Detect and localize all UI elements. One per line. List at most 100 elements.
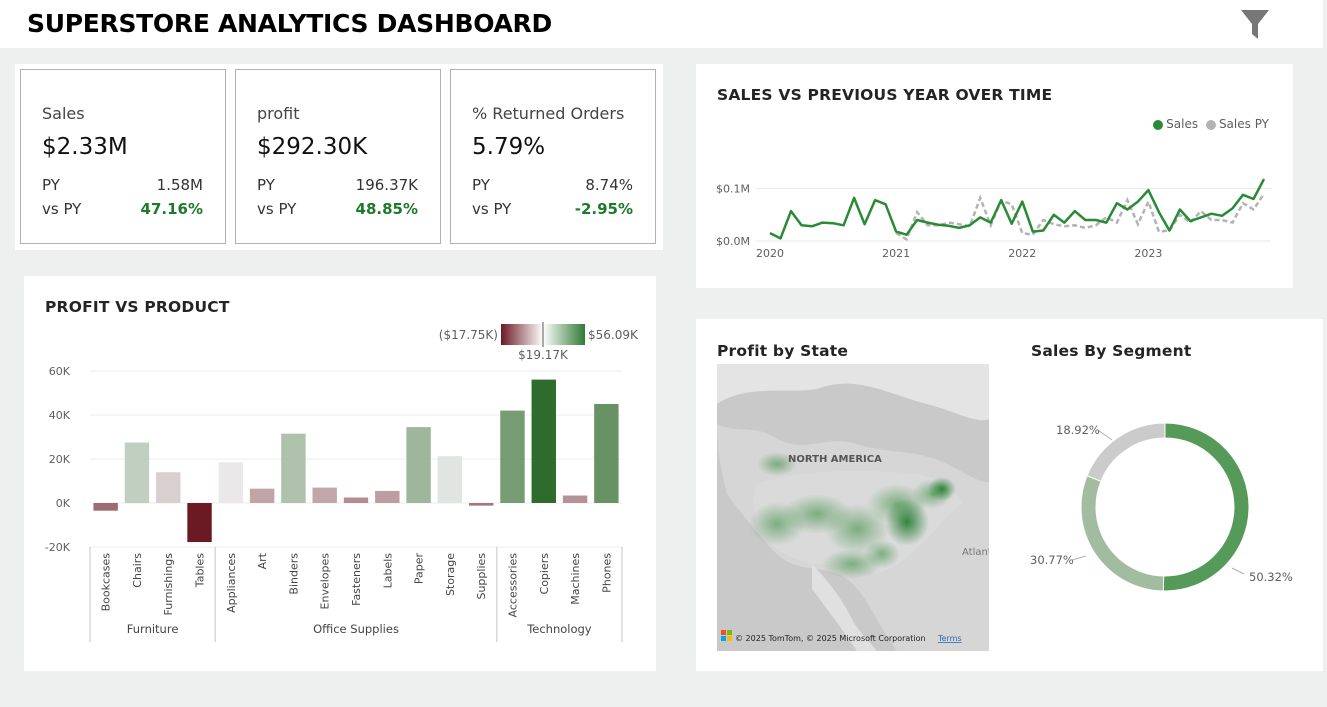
line-x-tick: 2020 (756, 247, 784, 260)
kpi-vs-value: -2.95% (574, 200, 633, 218)
kpi-value: 5.79% (472, 134, 546, 160)
bar-accessories[interactable] (500, 410, 525, 503)
kpi-card-profit[interactable]: profit $292.30K PY 196.37K vs PY 48.85% (235, 69, 441, 244)
bar-chart: ($17.75K) $56.09K $19.17K -20K 0K 20K 40K 60… (45, 322, 639, 642)
line-x-tick: 2022 (1008, 247, 1036, 260)
bar-storage[interactable] (437, 456, 463, 503)
kpi-py-row: PY 8.74% (472, 176, 633, 194)
bar-y-tick: 20K (49, 453, 71, 466)
map-canvas: NORTH AMERICA Atlant © 2025 TomTom, © 20… (717, 364, 989, 651)
bar-x-tick: Envelopes (319, 553, 332, 610)
bar-x-tick: Paper (413, 553, 426, 585)
kpi-py-row: PY 1.58M (42, 176, 203, 194)
gradient-legend-max: $56.09K (588, 328, 639, 342)
bar-paper[interactable] (406, 427, 431, 503)
map-terms-link[interactable]: Terms (937, 634, 962, 643)
line-x-tick: 2021 (882, 247, 910, 260)
group-label: Technology (526, 622, 592, 636)
kpi-vs-value: 48.85% (355, 200, 418, 218)
bar-y-tick: -20K (45, 541, 71, 554)
kpi-py-value: 1.58M (156, 176, 203, 194)
donut-data-label: 30.77% (1030, 553, 1074, 567)
kpi-py-label: PY (257, 176, 275, 194)
bar-x-tick: Furnishings (162, 553, 175, 616)
bar-supplies[interactable] (468, 503, 494, 506)
bar-x-tick: Machines (569, 553, 582, 605)
kpi-vs-row: vs PY 47.16% (42, 200, 203, 218)
kpi-card-returned-orders[interactable]: % Returned Orders 5.79% PY 8.74% vs PY -… (450, 69, 656, 244)
kpi-vs-label: vs PY (42, 200, 82, 218)
header-bar: SUPERSTORE ANALYTICS DASHBOARD (0, 0, 1323, 48)
kpi-label: profit (257, 104, 300, 123)
bar-x-tick: Storage (444, 553, 457, 596)
donut-slice-0[interactable] (1162, 422, 1250, 592)
map-title: Profit by State (717, 342, 849, 360)
bar-bookcases[interactable] (93, 503, 118, 511)
bar-binders[interactable] (281, 433, 306, 503)
kpi-py-value: 196.37K (355, 176, 418, 194)
bar-y-tick: 0K (56, 497, 71, 510)
bar-x-tick: Copiers (538, 553, 551, 595)
bar-appliances[interactable] (218, 462, 244, 503)
donut-data-label: 18.92% (1056, 423, 1100, 437)
profit-by-state-map[interactable]: NORTH AMERICA Atlant © 2025 TomTom, © 20… (717, 364, 989, 651)
series-sales-line[interactable] (769, 178, 1266, 240)
bar-chairs[interactable] (124, 442, 150, 504)
bar-art[interactable] (249, 488, 275, 503)
group-label: Furniture (127, 622, 179, 636)
kpi-card-sales[interactable]: Sales $2.33M PY 1.58M vs PY 47.16% (20, 69, 226, 244)
kpi-vs-row: vs PY -2.95% (472, 200, 633, 218)
bar-machines[interactable] (562, 495, 588, 503)
bar-x-tick: Bookcases (100, 553, 113, 612)
gradient-legend-min: ($17.75K) (439, 328, 498, 342)
page-title: SUPERSTORE ANALYTICS DASHBOARD (27, 9, 552, 38)
kpi-value: $292.30K (257, 134, 368, 160)
map-copyright: © 2025 TomTom, © 2025 Microsoft Corporat… (735, 634, 926, 643)
bar-x-tick: Appliances (225, 553, 238, 613)
donut-leader-line (1231, 567, 1245, 575)
bar-x-tick: Tables (194, 553, 207, 588)
bar-phones[interactable] (594, 404, 619, 503)
profit-vs-product-panel[interactable]: PROFIT VS PRODUCT ($17.75K) $56.09K $19.… (24, 276, 656, 671)
donut-leader-line (1097, 429, 1113, 441)
line-y-tick: $0.0M (716, 235, 750, 248)
bar-x-tick: Art (256, 552, 269, 569)
microsoft-logo-icon-part (727, 636, 732, 641)
bar-envelopes[interactable] (312, 487, 337, 503)
kpi-vs-value: 47.16% (140, 200, 203, 218)
line-x-tick: 2023 (1134, 247, 1162, 260)
donut-leader-line (1071, 555, 1087, 561)
bar-x-tick: Supplies (475, 553, 488, 600)
donut-chart[interactable]: 50.32% 30.77% 18.92% (1020, 400, 1320, 620)
bar-y-tick: 40K (49, 409, 71, 422)
bar-labels[interactable] (375, 490, 400, 503)
map-label-continent: NORTH AMERICA (788, 454, 882, 465)
bar-x-tick: Phones (600, 553, 613, 593)
kpi-label: Sales (42, 104, 85, 123)
microsoft-logo-icon (721, 630, 726, 635)
kpi-vs-label: vs PY (257, 200, 297, 218)
filter-icon[interactable] (1238, 8, 1272, 42)
bar-x-tick: Chairs (131, 553, 144, 588)
bar-copiers[interactable] (531, 379, 556, 503)
bar-furnishings[interactable] (156, 472, 181, 503)
gradient-legend-mid: $19.17K (518, 348, 569, 362)
map-label-ocean: Atlant (962, 547, 989, 558)
bar-y-tick: 60K (49, 365, 71, 378)
bar-x-tick: Accessories (506, 553, 519, 618)
bar-tables[interactable] (187, 503, 212, 543)
kpi-panel: Sales $2.33M PY 1.58M vs PY 47.16% profi… (15, 64, 663, 250)
kpi-py-value: 8.74% (585, 176, 633, 194)
donut-title: Sales By Segment (1031, 342, 1192, 360)
donut-slice-1[interactable] (1080, 475, 1165, 592)
kpi-value: $2.33M (42, 134, 128, 160)
line-chart: $0.0M $0.1M 2020 2021 2022 2023 (716, 178, 1271, 260)
group-label: Office Supplies (313, 622, 399, 636)
bar-x-tick: Binders (287, 553, 300, 595)
microsoft-logo-icon-part (727, 630, 732, 635)
bar-x-tick: Fasteners (350, 553, 363, 606)
bar-x-tick: Labels (381, 553, 394, 589)
line-y-tick: $0.1M (716, 183, 750, 196)
bar-fasteners[interactable] (343, 497, 369, 504)
sales-vs-py-panel[interactable]: SALES VS PREVIOUS YEAR OVER TIME Sales S… (696, 64, 1293, 288)
